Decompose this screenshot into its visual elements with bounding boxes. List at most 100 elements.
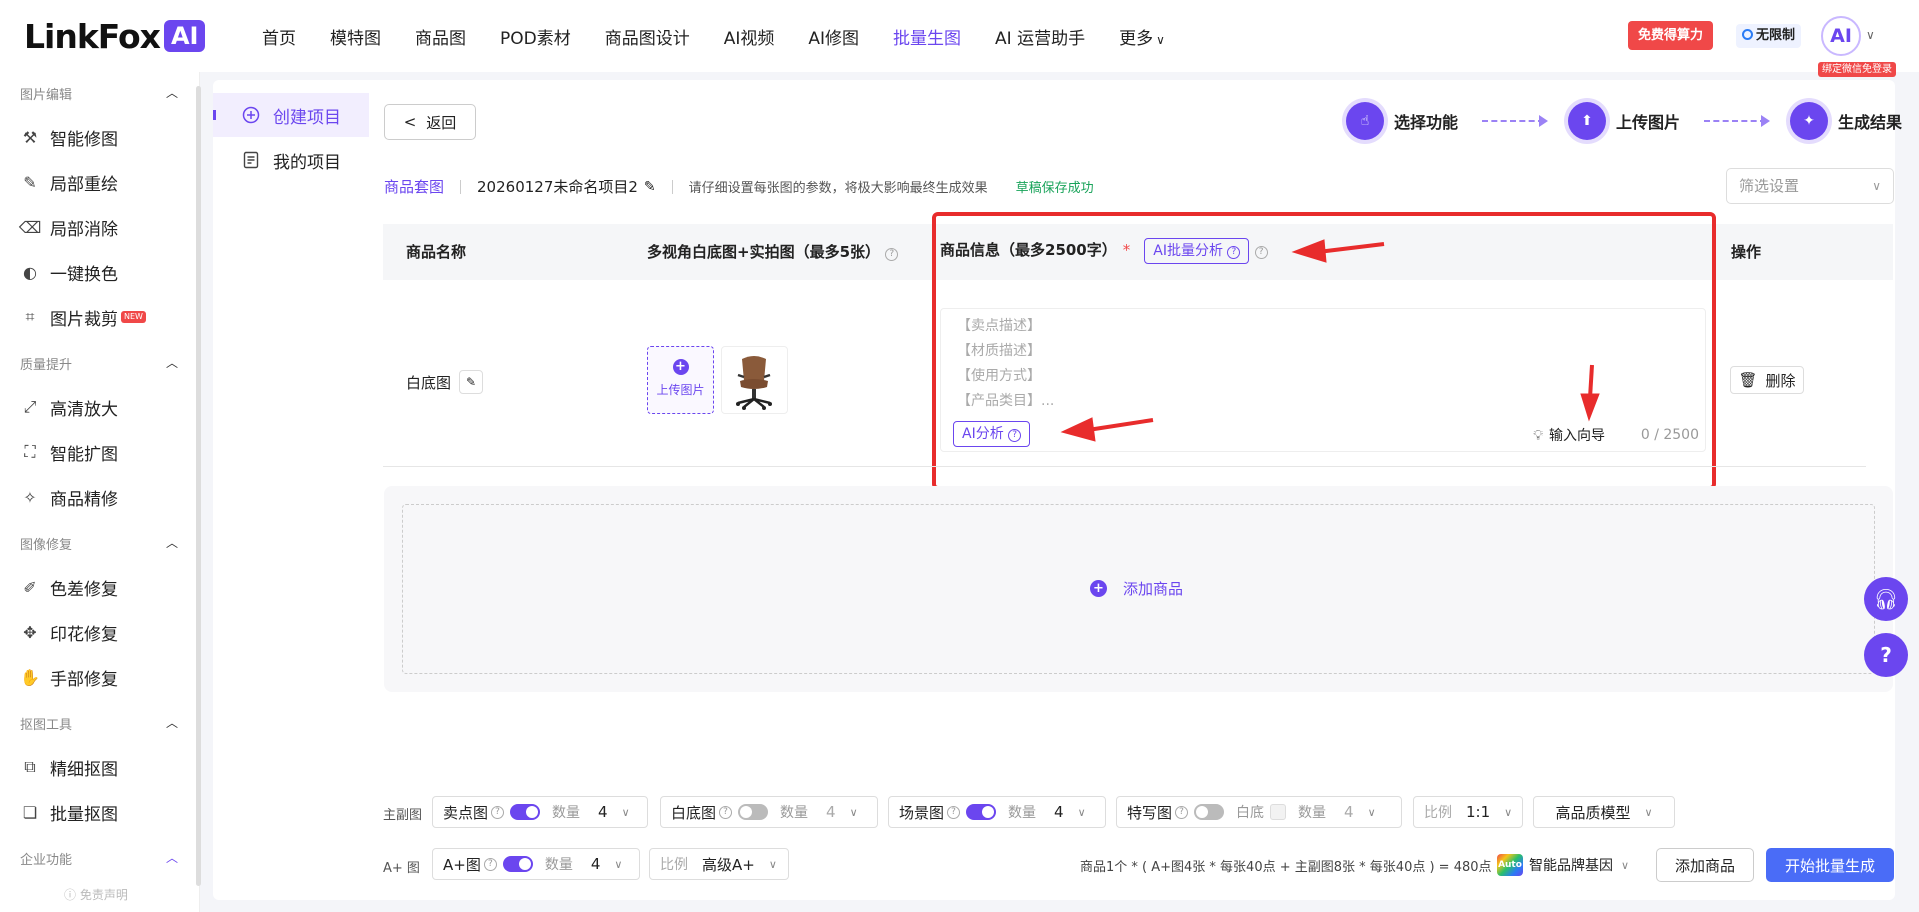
chevron-down-icon: ∨ — [1504, 805, 1513, 819]
sidebar-item-label: 色差修复 — [50, 579, 118, 600]
set-type-link[interactable]: 商品套图 — [384, 176, 444, 197]
bind-wechat-tag[interactable]: 绑定微信免登录 — [1818, 62, 1896, 77]
selling-toggle[interactable] — [510, 804, 541, 820]
power-icon — [1742, 29, 1753, 40]
closeup-toggle[interactable] — [1194, 804, 1225, 820]
logo[interactable]: LinkFox AI — [24, 16, 206, 56]
subnav-my-projects[interactable]: 我的项目 — [213, 138, 369, 182]
sidebar-item-recolor[interactable]: ◐ 一键换色 — [20, 259, 190, 285]
help-icon[interactable]: ? — [947, 805, 961, 819]
disclaimer-link[interactable]: ⓘ 免责声明 — [64, 886, 128, 903]
help-icon[interactable]: ? — [491, 805, 505, 819]
nav-home[interactable]: 首页 — [262, 24, 296, 49]
qty-label: 数量 — [552, 805, 581, 821]
sidebar-item-crop[interactable]: ⌗ 图片裁剪 NEW — [20, 304, 190, 330]
aplus-control[interactable]: A+图? 数量 4 ∨ — [432, 848, 640, 880]
sidebar-item-refine[interactable]: ✧ 商品精修 — [20, 484, 190, 510]
help-icon[interactable]: ? — [719, 805, 733, 819]
sidebar-group-title: 图像修复 — [20, 538, 73, 553]
free-credits-button[interactable]: 免费得算力 — [1628, 21, 1714, 50]
edit-icon[interactable]: ✎ — [644, 179, 656, 195]
add-product-link[interactable]: + 添加商品 — [1090, 578, 1183, 599]
sidebar-scrollbar[interactable] — [196, 86, 201, 886]
nav-ai-video[interactable]: AI视频 — [724, 24, 775, 49]
aplus-ratio-select[interactable]: 比例 高级A+ ∨ — [649, 848, 789, 880]
help-icon[interactable]: ? — [1175, 805, 1189, 819]
sidebar-item-fine-cutout[interactable]: ⧉ 精细抠图 — [20, 754, 190, 780]
avatar[interactable]: AI — [1821, 16, 1861, 56]
scene-toggle[interactable] — [966, 804, 997, 820]
product-thumbnail[interactable] — [721, 346, 788, 414]
sidebar-item-outpaint[interactable]: ⛶ 智能扩图 — [20, 439, 190, 465]
nav-more[interactable]: 更多 ∨ — [1119, 24, 1165, 49]
nav-batch-generate[interactable]: 批量生图 — [893, 24, 961, 49]
chevron-up-icon: ︿ — [165, 86, 178, 100]
sidebar-item-print-fix[interactable]: ✥ 印花修复 — [20, 619, 190, 645]
nav-model[interactable]: 模特图 — [330, 24, 381, 49]
sidebar-item-color-fix[interactable]: ✐ 色差修复 — [20, 574, 190, 600]
nav-product-design[interactable]: 商品图设计 — [605, 24, 690, 49]
start-batch-button[interactable]: 开始批量生成 — [1766, 848, 1894, 882]
sidebar-item-label: 精细抠图 — [50, 759, 118, 780]
nav-ai-retouch[interactable]: AI修图 — [808, 24, 859, 49]
qty-value[interactable]: 4 — [826, 803, 836, 821]
delete-button[interactable]: 🗑︎ 删除 — [1730, 366, 1804, 394]
qty-value[interactable]: 4 — [1054, 803, 1064, 821]
nav-product-image[interactable]: 商品图 — [415, 24, 466, 49]
headset-support-button[interactable]: 🎧︎ — [1864, 577, 1908, 621]
help-icon[interactable]: ? — [885, 248, 899, 261]
add-product-button[interactable]: 添加商品 — [1656, 848, 1754, 882]
sidebar-group-quality[interactable]: 质量提升 ︿ — [20, 354, 180, 373]
qty-value[interactable]: 4 — [1344, 803, 1354, 821]
sidebar-item-hand-fix[interactable]: ✋ 手部修复 — [20, 664, 190, 690]
sidebar-item-smart-retouch[interactable]: ⚒ 智能修图 — [20, 124, 190, 150]
qty-value[interactable]: 4 — [591, 855, 601, 873]
quality-model-select[interactable]: 高品质模型 ∨ — [1533, 796, 1675, 828]
qty-label: 数量 — [1008, 805, 1037, 821]
sidebar-item-erase[interactable]: ⌫ 局部消除 — [19, 214, 190, 240]
brand-gene-select[interactable]: Auto 智能品牌基因 ∨ — [1487, 848, 1639, 882]
sidebar-item-upscale[interactable]: ⤢ 高清放大 — [20, 394, 190, 420]
upload-image-button[interactable]: + 上传图片 — [647, 346, 714, 414]
edit-icon[interactable]: ✎ — [459, 370, 484, 394]
white-bg-control[interactable]: 白底图? 数量 4 ∨ — [660, 796, 878, 828]
closeup-white-checkbox[interactable] — [1270, 804, 1287, 820]
subnav-create-project[interactable]: 创建项目 — [213, 93, 369, 137]
cutout-icon: ⧉ — [24, 757, 36, 776]
sidebar-item-batch-cutout[interactable]: ❏ 批量抠图 — [20, 799, 190, 825]
cost-formula: 商品1个 * ( A+图4张 * 每张40点 + 主副图8张 * 每张40点 )… — [1080, 860, 1492, 875]
white-toggle[interactable] — [738, 804, 769, 820]
sidebar-group-title: 质量提升 — [20, 358, 73, 373]
filter-select[interactable]: 筛选设置 ∨ — [1726, 168, 1894, 204]
sidebar-group-enterprise[interactable]: 企业功能 ︿ — [20, 849, 180, 868]
chevron-down-icon[interactable]: ∨ — [1866, 28, 1875, 42]
chevron-down-icon: ∨ — [1644, 805, 1653, 819]
step-generate-results: 生成结果 — [1838, 113, 1903, 132]
sidebar-group-repair[interactable]: 图像修复 ︿ — [20, 534, 180, 553]
divider — [460, 179, 462, 194]
closeup-white-label: 白底 — [1236, 805, 1265, 821]
closeup-control[interactable]: 特写图? 白底 数量 4 ∨ — [1116, 796, 1402, 828]
sidebar-group-image-edit[interactable]: 图片编辑 ︿ — [20, 84, 180, 103]
sidebar-item-inpaint[interactable]: ✎ 局部重绘 — [20, 169, 190, 195]
palette-icon: ◐ — [23, 262, 37, 282]
qty-value[interactable]: 4 — [598, 803, 608, 821]
sidebar-group-title: 图片编辑 — [20, 88, 73, 103]
upload-image-icon: ⬆ — [1568, 102, 1607, 140]
nav-ai-assistant[interactable]: AI 运营助手 — [995, 24, 1085, 49]
plus-circle-icon — [241, 105, 261, 125]
sidebar-group-cutout[interactable]: 抠图工具 ︿ — [20, 714, 180, 733]
plan-badge[interactable]: 无限制 — [1736, 24, 1802, 48]
main-nav: 首页 模特图 商品图 POD素材 商品图设计 AI视频 AI修图 批量生图 AI… — [262, 0, 1199, 72]
sidebar-group-title: 企业功能 — [20, 853, 73, 868]
scene-control[interactable]: 场景图? 数量 4 ∨ — [888, 796, 1106, 828]
aplus-toggle[interactable] — [502, 856, 533, 872]
ratio-select[interactable]: 比例 1:1 ∨ — [1413, 796, 1523, 828]
back-label: 返回 — [426, 113, 457, 132]
help-icon[interactable]: ? — [483, 857, 497, 871]
back-button[interactable]: < 返回 — [384, 104, 476, 140]
nav-pod[interactable]: POD素材 — [500, 24, 571, 49]
trash-icon: 🗑︎ — [1738, 371, 1758, 389]
selling-point-control[interactable]: 卖点图? 数量 4 ∨ — [432, 796, 648, 828]
help-float-button[interactable]: ? — [1864, 633, 1908, 677]
